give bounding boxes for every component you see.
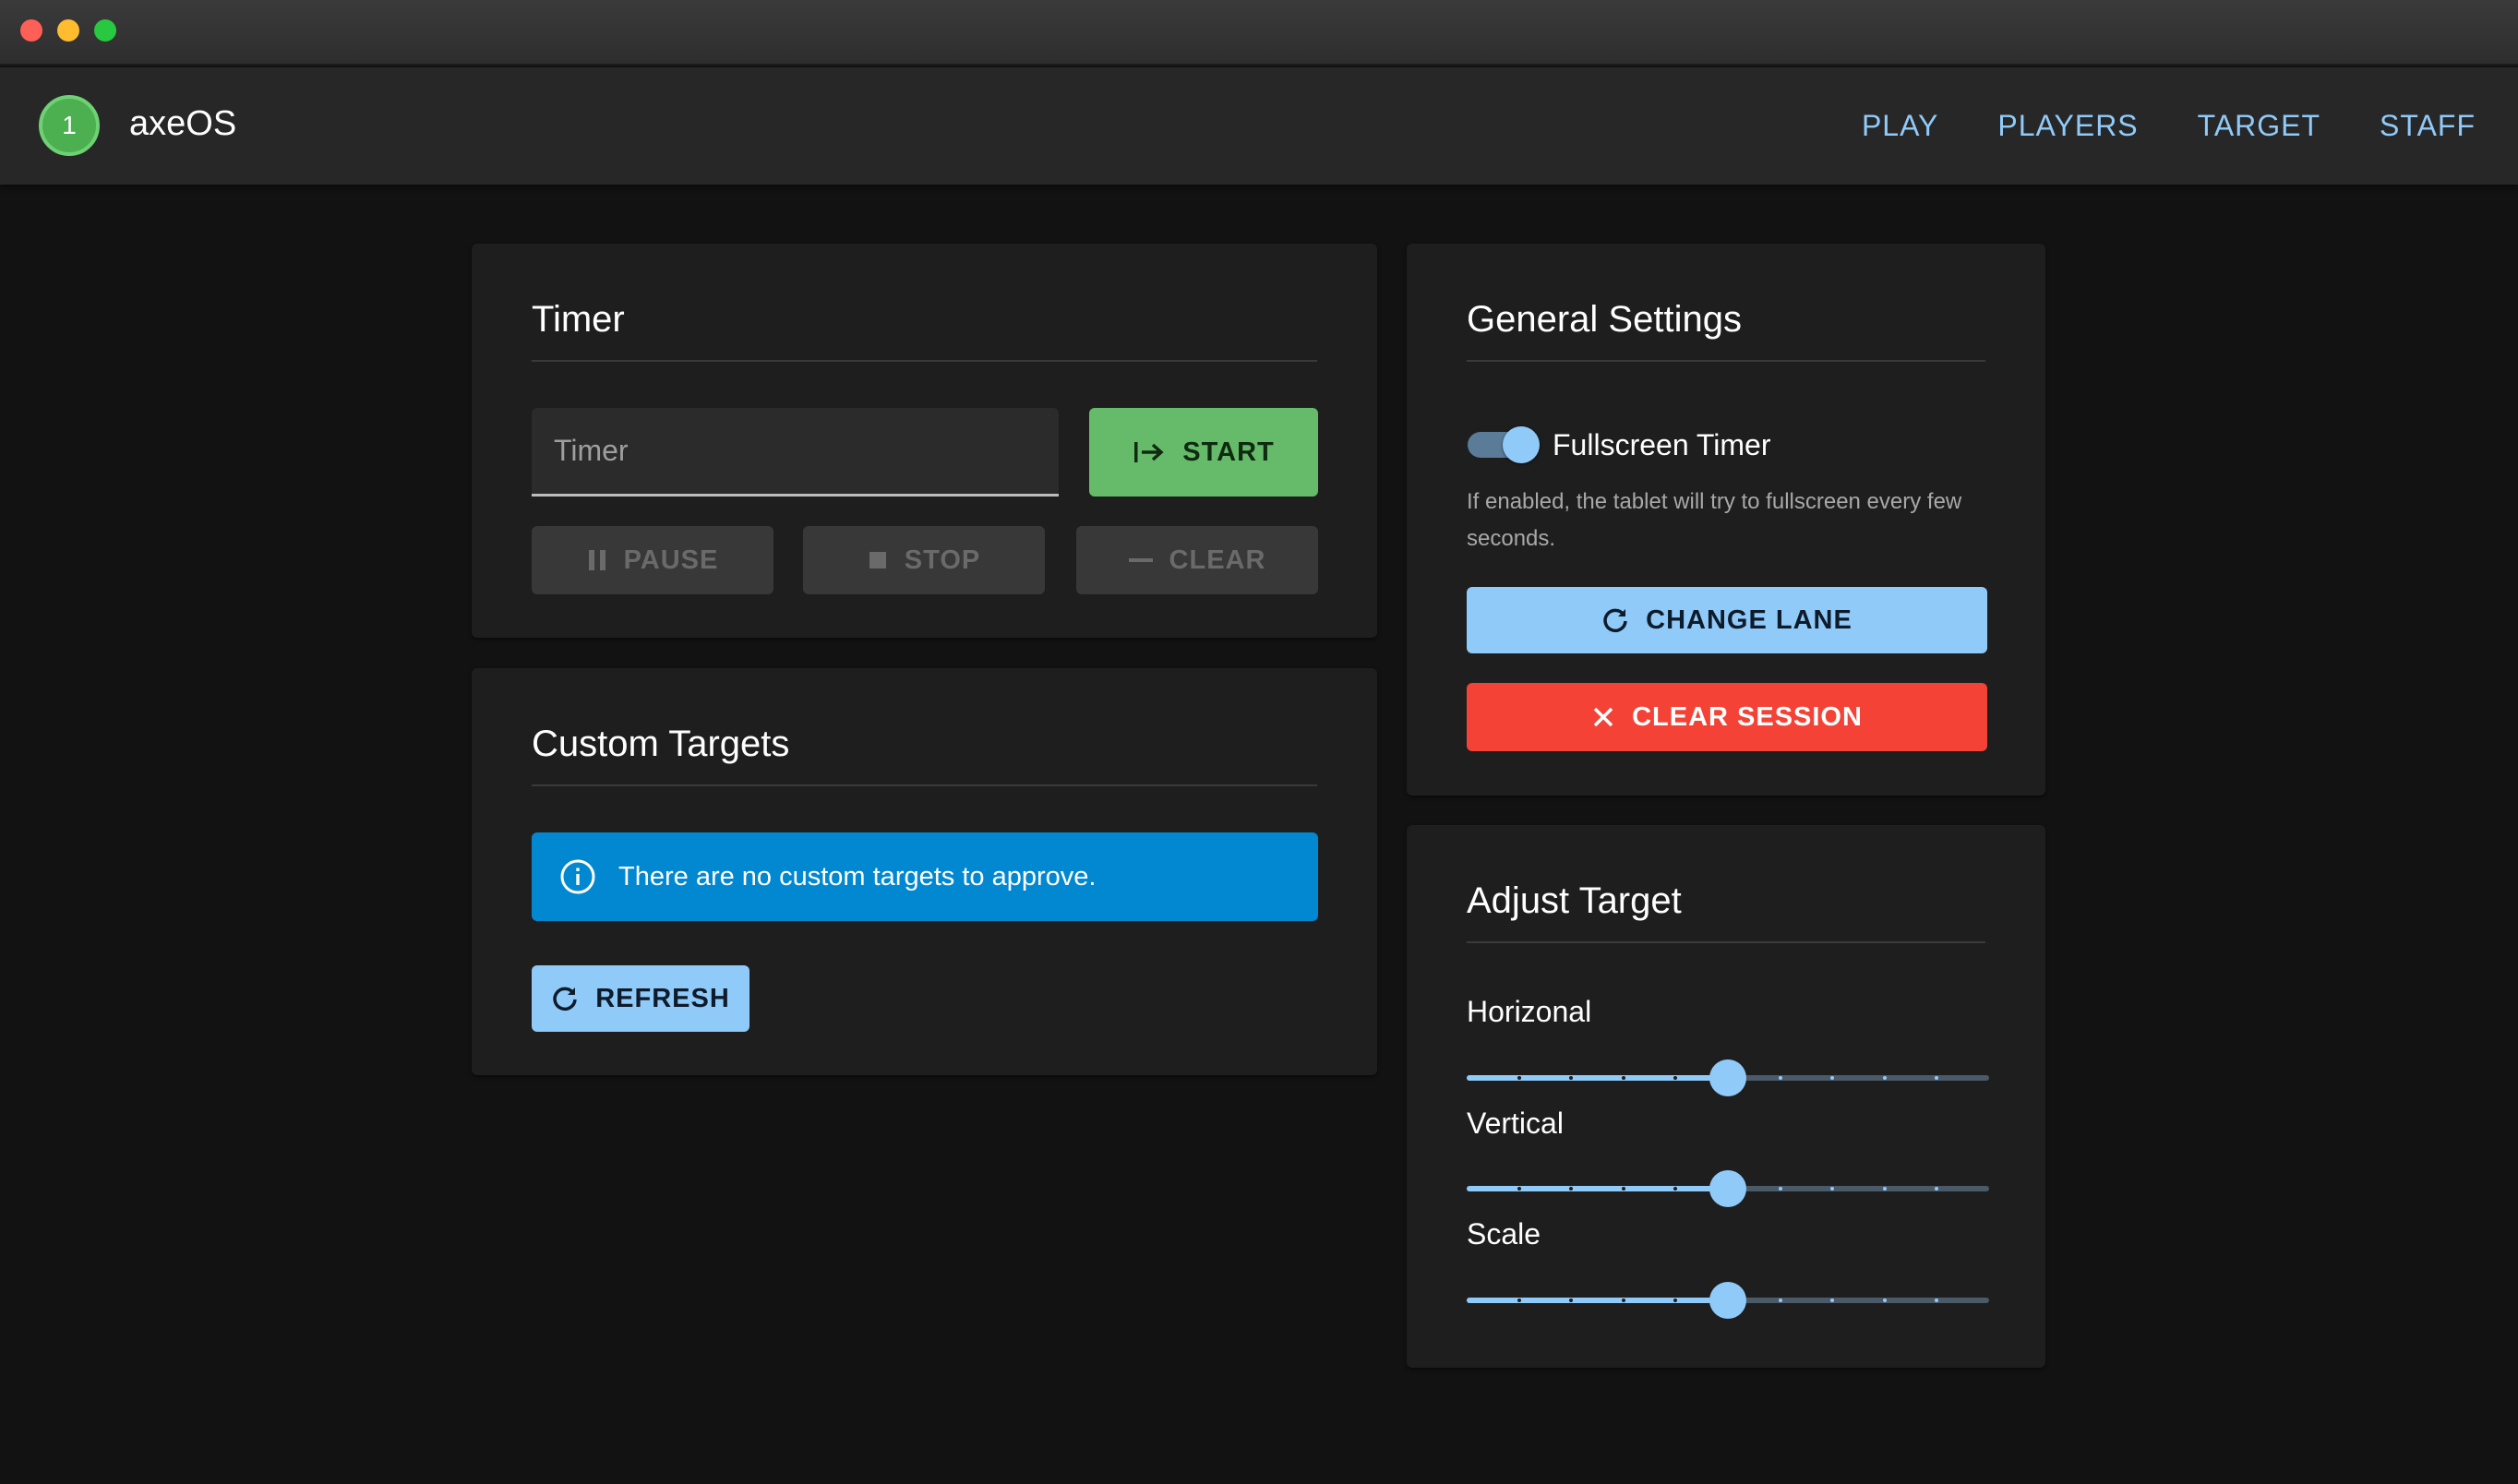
nav-players[interactable]: PLAYERS xyxy=(1997,109,2138,143)
refresh-button[interactable]: REFRESH xyxy=(532,965,749,1032)
slider-tick xyxy=(1778,1187,1782,1191)
arrow-right-to-bar-icon xyxy=(1134,442,1164,462)
clear-button[interactable]: CLEAR xyxy=(1076,526,1318,594)
slider-fill xyxy=(1467,1075,1728,1081)
stop-label: STOP xyxy=(904,545,981,575)
slider-tick xyxy=(1882,1298,1887,1302)
close-icon xyxy=(1593,707,1613,727)
alert-text: There are no custom targets to approve. xyxy=(618,861,1097,892)
scale-slider[interactable] xyxy=(1467,1282,1989,1319)
divider xyxy=(1467,941,1985,943)
vertical-slider[interactable] xyxy=(1467,1170,1989,1207)
change-lane-button[interactable]: CHANGE LANE xyxy=(1467,587,1987,653)
clear-session-label: CLEAR SESSION xyxy=(1632,701,1863,732)
slider-tick xyxy=(1621,1298,1625,1302)
start-button[interactable]: START xyxy=(1089,408,1318,497)
adjust-target-title: Adjust Target xyxy=(1467,880,1682,921)
divider xyxy=(532,360,1317,362)
slider-thumb[interactable] xyxy=(1709,1170,1746,1207)
app-bar: 1 axeOS PLAY PLAYERS TARGET STAFF xyxy=(0,67,2518,185)
timer-title: Timer xyxy=(532,299,625,340)
clear-label: CLEAR xyxy=(1169,545,1266,575)
window-maximize-button[interactable] xyxy=(94,19,116,42)
horizontal-slider-label: Horizonal xyxy=(1467,995,1592,1028)
horizontal-slider[interactable] xyxy=(1467,1059,1989,1096)
slider-fill xyxy=(1467,1298,1728,1303)
lane-badge: 1 xyxy=(39,95,100,156)
nav-target[interactable]: TARGET xyxy=(2198,109,2320,143)
start-label: START xyxy=(1182,437,1275,467)
fullscreen-toggle-label: Fullscreen Timer xyxy=(1553,428,1771,461)
general-settings-card: General Settings Fullscreen Timer If ena… xyxy=(1407,244,2045,796)
slider-tick xyxy=(1517,1187,1521,1191)
divider xyxy=(1467,360,1985,362)
window-titlebar xyxy=(0,0,2518,66)
pause-label: PAUSE xyxy=(623,545,719,575)
minus-icon xyxy=(1128,558,1153,562)
slider-thumb[interactable] xyxy=(1709,1059,1746,1096)
slider-tick xyxy=(1882,1187,1887,1191)
slider-tick xyxy=(1882,1076,1887,1080)
slider-thumb[interactable] xyxy=(1709,1282,1746,1319)
general-settings-title: General Settings xyxy=(1467,299,1742,340)
vertical-slider-label: Vertical xyxy=(1467,1107,1564,1140)
slider-tick xyxy=(1778,1298,1782,1302)
info-alert: There are no custom targets to approve. xyxy=(532,832,1318,921)
refresh-label: REFRESH xyxy=(595,983,730,1013)
window-minimize-button[interactable] xyxy=(57,19,79,42)
slider-tick xyxy=(1517,1076,1521,1080)
custom-targets-card: Custom Targets There are no custom targe… xyxy=(472,668,1377,1075)
app-title: axeOS xyxy=(129,104,237,143)
slider-tick xyxy=(1621,1187,1625,1191)
info-circle-icon xyxy=(560,859,595,894)
timer-card: Timer START PAUSE STOP CLEAR xyxy=(472,244,1377,638)
stop-icon xyxy=(869,552,886,568)
scale-slider-label: Scale xyxy=(1467,1217,1541,1251)
nav-staff[interactable]: STAFF xyxy=(2380,109,2476,143)
nav-play[interactable]: PLAY xyxy=(1862,109,1938,143)
change-lane-label: CHANGE LANE xyxy=(1646,604,1853,635)
stop-button[interactable]: STOP xyxy=(803,526,1045,594)
timer-input[interactable] xyxy=(532,408,1059,497)
pause-button[interactable]: PAUSE xyxy=(532,526,773,594)
adjust-target-card: Adjust Target Horizonal Vertical Scale xyxy=(1407,825,2045,1368)
divider xyxy=(532,784,1317,786)
custom-targets-title: Custom Targets xyxy=(532,724,790,764)
slider-tick xyxy=(1517,1298,1521,1302)
fullscreen-toggle-thumb[interactable] xyxy=(1503,426,1540,463)
clear-session-button[interactable]: CLEAR SESSION xyxy=(1467,683,1987,751)
window-close-button[interactable] xyxy=(20,19,42,42)
slider-tick xyxy=(1621,1076,1625,1080)
pause-icon xyxy=(588,550,606,570)
refresh-icon xyxy=(1603,608,1627,633)
fullscreen-hint: If enabled, the tablet will try to fulls… xyxy=(1467,489,1962,551)
slider-tick xyxy=(1778,1076,1782,1080)
lane-number: 1 xyxy=(62,111,77,139)
main-nav: PLAY PLAYERS TARGET STAFF xyxy=(1862,67,2476,185)
slider-fill xyxy=(1467,1186,1728,1191)
refresh-icon xyxy=(553,987,577,1011)
